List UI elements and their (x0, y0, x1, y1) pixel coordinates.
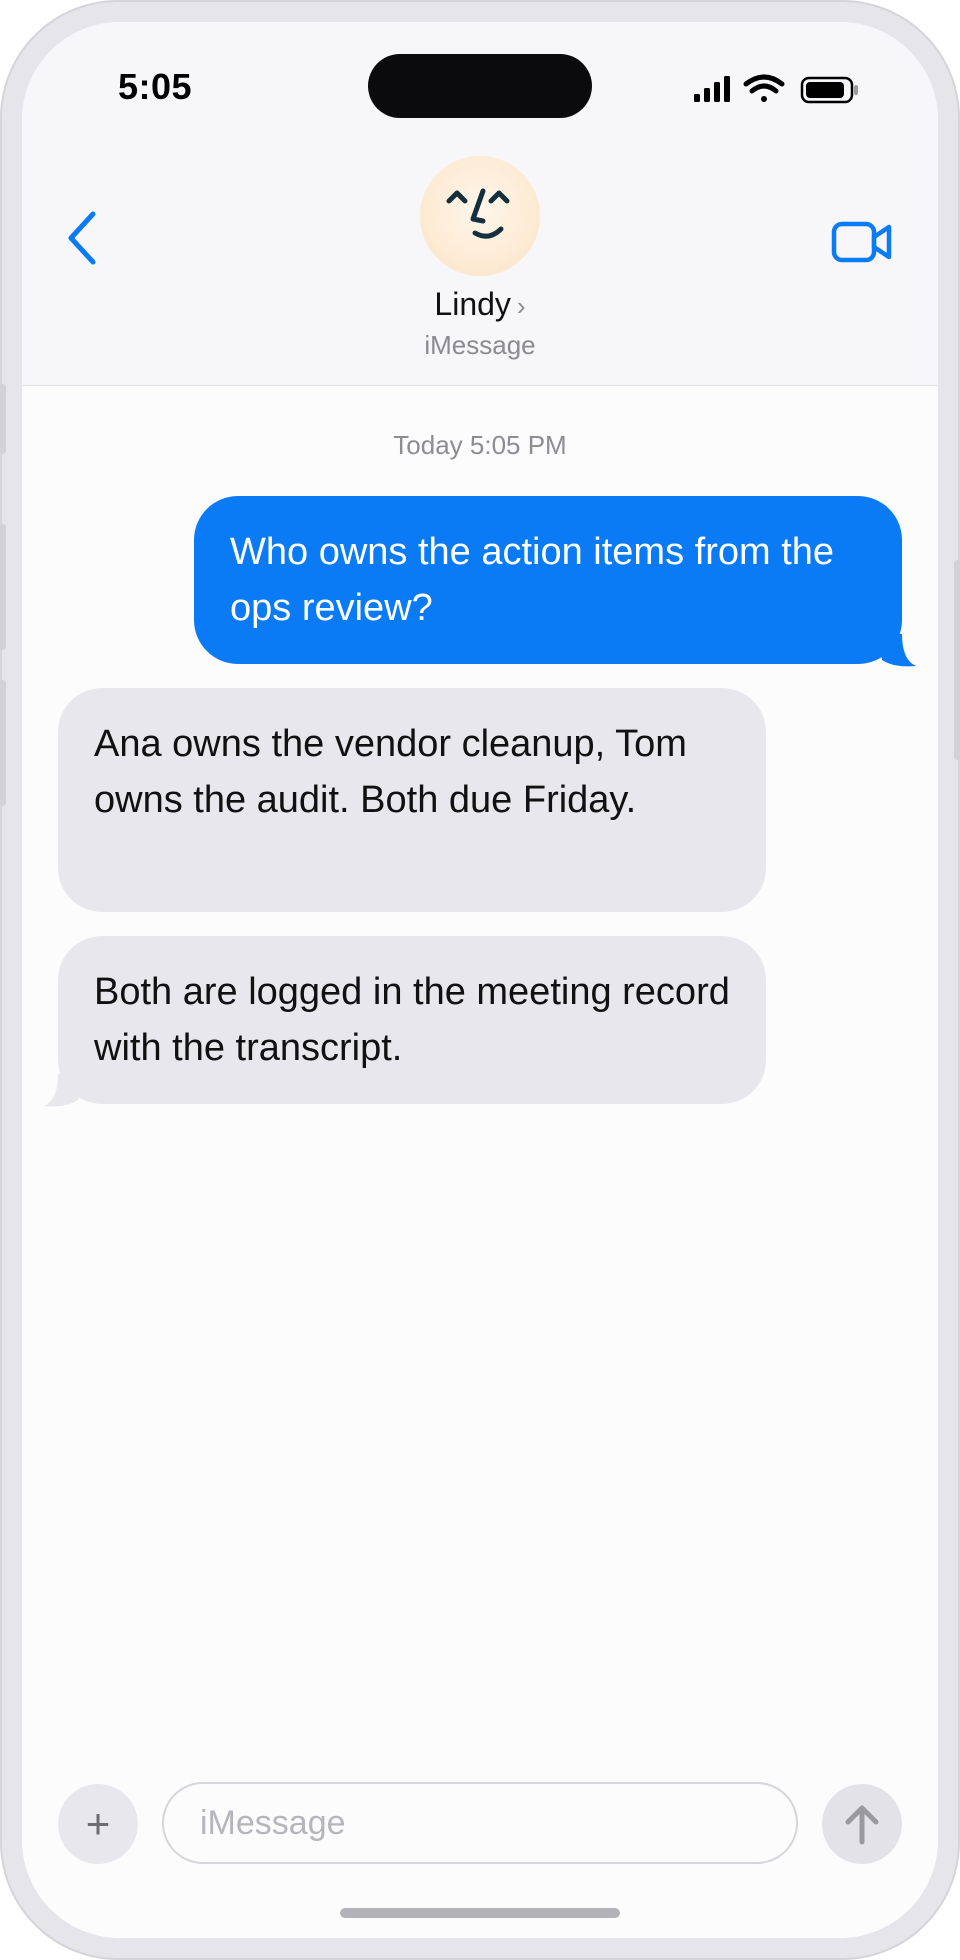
conversation-timestamp: Today 5:05 PM (393, 430, 567, 460)
contact-service-label: iMessage (424, 330, 536, 360)
video-call-button[interactable] (822, 212, 902, 272)
chevron-left-icon (68, 211, 96, 265)
dynamic-island (368, 54, 592, 118)
send-button[interactable] (822, 1784, 902, 1864)
contact-name[interactable]: Lindy › (22, 286, 938, 323)
video-camera-icon (831, 221, 892, 263)
message-input[interactable] (162, 1782, 798, 1864)
contact-avatar[interactable] (420, 156, 540, 276)
contact-name-text[interactable]: Lindy (434, 286, 511, 322)
battery-icon (800, 76, 858, 104)
bubble-tail-outgoing (878, 634, 916, 667)
cellular-signal-icon (694, 76, 730, 102)
message-bubble-incoming[interactable]: Ana owns the vendor cleanup, Tom owns th… (58, 688, 766, 912)
bubble-tail-incoming (44, 1074, 82, 1107)
side-button-volume-up (0, 524, 6, 650)
message-bubble-outgoing[interactable]: Who owns the action items from the ops r… (194, 496, 902, 664)
status-time: 5:05 (118, 66, 193, 107)
arrow-up-icon (845, 1805, 879, 1845)
screen: 5:05 Lindy › iMessage Today 5:05 PM Who … (22, 22, 938, 1938)
add-attachment-button[interactable]: + (58, 1784, 138, 1864)
chevron-right-icon: › (516, 291, 526, 321)
wifi-icon (743, 74, 785, 102)
message-bubble-incoming[interactable]: Both are logged in the meeting record wi… (58, 936, 766, 1104)
smiling-face-logo-icon (446, 188, 510, 239)
status-icons (694, 74, 858, 104)
back-button[interactable] (52, 198, 112, 278)
side-button-power (954, 560, 960, 760)
conversation-header: 5:05 Lindy › iMessage (22, 22, 938, 386)
side-button-volume-down (0, 680, 6, 806)
home-indicator[interactable] (340, 1908, 620, 1918)
side-button-mute (0, 384, 6, 454)
